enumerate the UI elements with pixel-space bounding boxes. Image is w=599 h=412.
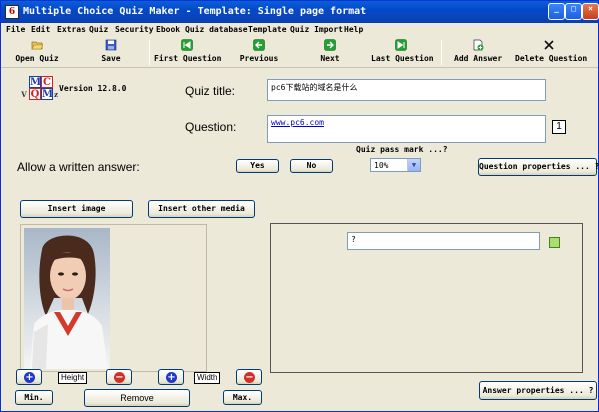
menu-ebook[interactable]: Ebook <box>156 25 180 34</box>
image-preview <box>20 224 207 372</box>
maximize-icon: □ <box>571 4 576 13</box>
minimize-icon: _ <box>554 4 559 13</box>
next-label: Next <box>320 54 340 63</box>
decrease-width-button[interactable]: − <box>236 369 262 385</box>
add-document-icon <box>473 39 484 51</box>
pass-mark-label: Quiz pass mark ...? <box>356 145 448 154</box>
delete-x-icon <box>544 40 554 50</box>
open-quiz-label: Open Quiz <box>15 54 59 63</box>
menu-template[interactable]: Template <box>248 25 287 34</box>
question-photo <box>24 228 110 369</box>
menu-quiz-import[interactable]: Quiz Import <box>290 25 343 34</box>
toolbar-separator <box>441 40 442 65</box>
menu-bar: File Edit Extras Quiz Security Ebook Qui… <box>1 23 598 37</box>
menu-file[interactable]: File <box>6 25 25 34</box>
app-logo: M C Q M V z <box>21 75 58 101</box>
logo-letter: V <box>21 90 27 99</box>
folder-open-icon <box>31 41 43 50</box>
last-question-button[interactable]: Last Question <box>371 39 434 66</box>
open-quiz-button[interactable]: Open Quiz <box>13 39 61 66</box>
question-properties-button[interactable]: Question properties ... ? <box>478 158 599 176</box>
logo-letter: M <box>41 88 54 100</box>
logo-letter: M <box>29 76 42 88</box>
minus-icon: − <box>244 372 255 383</box>
app-window: 6 Multiple Choice Quiz Maker - Template:… <box>0 0 599 412</box>
delete-question-label: Delete Question <box>515 54 588 63</box>
left-arrow-icon <box>253 39 265 51</box>
quiz-title-input[interactable]: pc6下载站的域名是什么 <box>267 79 546 101</box>
close-button[interactable]: × <box>582 3 599 20</box>
written-answer-label: Allow a written answer: <box>17 160 140 174</box>
insert-other-media-button[interactable]: Insert other media <box>148 200 255 218</box>
minimize-button[interactable]: _ <box>548 3 565 20</box>
app-icon: 6 <box>5 5 19 19</box>
version-label: Version 12.8.0 <box>59 84 127 93</box>
min-button[interactable]: Min. <box>15 390 53 405</box>
answer-input[interactable]: ? <box>347 232 540 250</box>
question-input[interactable]: www.pc6.com <box>267 115 546 143</box>
menu-quiz-database[interactable]: Quiz database <box>185 25 248 34</box>
remove-button[interactable]: Remove <box>84 389 190 407</box>
toolbar: Open Quiz Save First Question Previous N… <box>1 37 598 68</box>
last-arrow-icon <box>395 39 407 51</box>
right-arrow-icon <box>324 39 336 51</box>
max-button[interactable]: Max. <box>223 390 262 405</box>
save-button[interactable]: Save <box>88 39 134 66</box>
previous-label: Previous <box>239 54 279 63</box>
decrease-height-button[interactable]: − <box>106 369 132 385</box>
first-question-label: First Question <box>154 54 222 63</box>
chevron-down-icon[interactable]: ▼ <box>407 159 420 171</box>
logo-letter: Q <box>29 88 41 100</box>
menu-edit[interactable]: Edit <box>31 25 50 34</box>
menu-security[interactable]: Security <box>115 25 154 34</box>
save-label: Save <box>101 54 121 63</box>
last-question-label: Last Question <box>371 54 434 63</box>
first-arrow-icon <box>181 39 193 51</box>
add-answer-label: Add Answer <box>454 54 503 63</box>
menu-help[interactable]: Help <box>344 25 363 34</box>
question-label: Question: <box>185 120 237 134</box>
window-title: Multiple Choice Quiz Maker - Template: S… <box>23 6 367 17</box>
correct-answer-indicator[interactable] <box>549 237 560 248</box>
toolbar-separator <box>149 40 150 65</box>
first-question-button[interactable]: First Question <box>154 39 222 66</box>
width-label: Width <box>194 372 221 384</box>
maximize-button[interactable]: □ <box>565 3 582 20</box>
title-bar[interactable]: 6 Multiple Choice Quiz Maker - Template:… <box>1 1 599 23</box>
menu-extras[interactable]: Extras <box>57 25 86 34</box>
minus-icon: − <box>114 372 125 383</box>
plus-icon: + <box>24 372 35 383</box>
pass-mark-select[interactable]: 10% ▼ <box>370 158 421 172</box>
increase-height-button[interactable]: + <box>16 369 42 385</box>
logo-letter: C <box>41 76 53 88</box>
height-label: Height <box>58 372 88 384</box>
floppy-disk-icon <box>105 39 117 51</box>
close-icon: × <box>588 4 593 13</box>
pass-mark-value: 10% <box>374 161 389 170</box>
plus-icon: + <box>166 372 177 383</box>
yes-button[interactable]: Yes <box>236 159 279 173</box>
previous-button[interactable]: Previous <box>236 39 282 66</box>
next-button[interactable]: Next <box>312 39 348 66</box>
increase-width-button[interactable]: + <box>158 369 184 385</box>
question-number: 1 <box>552 120 566 134</box>
portrait-image <box>30 235 108 369</box>
no-button[interactable]: No <box>290 159 333 173</box>
delete-question-button[interactable]: Delete Question <box>515 39 588 66</box>
add-answer-button[interactable]: Add Answer <box>454 39 502 66</box>
answer-properties-button[interactable]: Answer properties ... ? <box>479 381 597 400</box>
quiz-title-label: Quiz title: <box>185 84 236 98</box>
insert-image-button[interactable]: Insert image <box>20 200 133 218</box>
menu-quiz[interactable]: Quiz <box>89 25 108 34</box>
